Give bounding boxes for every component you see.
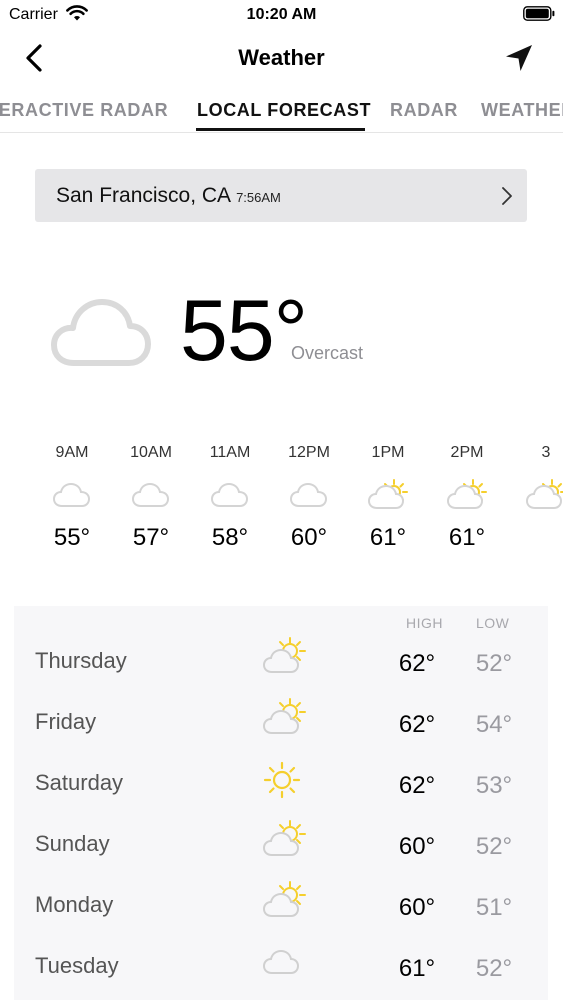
day-low-temp: 52° bbox=[475, 833, 513, 860]
hour-temperature: 57° bbox=[132, 524, 170, 551]
hourly-item: 2PM 61° bbox=[427, 440, 507, 552]
hourly-forecast: 9AM 55° 10AM 57° 11AM 58° 12PM 60° 1PM 6… bbox=[0, 440, 563, 570]
daily-row: Friday 62° 54° bbox=[14, 697, 548, 758]
day-low-temp: 52° bbox=[475, 955, 513, 982]
day-high-temp: 62° bbox=[398, 772, 436, 799]
hour-temperature: 58° bbox=[211, 524, 249, 551]
daily-forecast: HIGH LOW Thursday 62° 52° Friday 62° 54°… bbox=[14, 606, 548, 1000]
daily-row: Monday 60° 51° bbox=[14, 880, 548, 941]
tab-bar: INTERACTIVE RADAR LOCAL FORECAST RADAR W… bbox=[0, 90, 563, 133]
daily-row: Sunday 60° 52° bbox=[14, 819, 548, 880]
hour-temperature: 55° bbox=[53, 524, 91, 551]
day-low-temp: 53° bbox=[475, 772, 513, 799]
day-name: Friday bbox=[35, 709, 97, 734]
cloud-icon bbox=[289, 482, 328, 507]
tab-interactive-radar[interactable]: INTERACTIVE RADAR bbox=[0, 100, 168, 121]
hourly-item: 3 bbox=[506, 440, 563, 524]
hourly-item: 1PM 61° bbox=[348, 440, 428, 552]
hour-time: 10AM bbox=[130, 444, 172, 461]
location-selector[interactable]: San Francisco, CA 7:56AM bbox=[35, 169, 527, 222]
sun-icon bbox=[263, 761, 301, 799]
day-high-temp: 62° bbox=[398, 650, 436, 677]
daily-row: Tuesday 61° 52° bbox=[14, 941, 548, 1002]
partly-sunny-icon bbox=[262, 820, 306, 856]
current-condition: Overcast bbox=[291, 343, 364, 363]
hour-time: 12PM bbox=[288, 444, 330, 461]
hour-time: 2PM bbox=[450, 444, 484, 461]
day-low-temp: 54° bbox=[475, 711, 513, 738]
cloud-icon bbox=[262, 949, 300, 974]
day-high-temp: 61° bbox=[398, 955, 436, 982]
chevron-right-icon bbox=[502, 187, 512, 205]
cloud-icon bbox=[131, 482, 170, 507]
hour-time: 3 bbox=[541, 444, 551, 461]
hour-temperature: 60° bbox=[290, 524, 328, 551]
current-temperature: 55° bbox=[180, 283, 308, 379]
day-low-temp: 52° bbox=[475, 650, 513, 677]
page-title: Weather bbox=[238, 45, 325, 70]
location-name: San Francisco, CA 7:56AM bbox=[56, 184, 281, 208]
nav-bar: Weather bbox=[0, 30, 563, 86]
location-arrow-icon[interactable] bbox=[503, 42, 535, 74]
day-name: Sunday bbox=[35, 831, 110, 856]
tab-radar[interactable]: RADAR bbox=[390, 100, 458, 121]
day-name: Tuesday bbox=[35, 953, 119, 978]
partly-sunny-icon bbox=[446, 479, 487, 509]
day-name: Monday bbox=[35, 892, 114, 917]
tab-weather[interactable]: WEATHER bbox=[481, 100, 563, 121]
hour-time: 9AM bbox=[55, 444, 89, 461]
hour-temperature: 61° bbox=[369, 524, 407, 551]
daily-row: Thursday 62° 52° bbox=[14, 636, 548, 697]
battery-icon bbox=[523, 6, 555, 21]
cloud-icon bbox=[51, 299, 151, 366]
hourly-item: 9AM 55° bbox=[32, 440, 112, 552]
active-tab-indicator bbox=[196, 128, 365, 131]
daily-row: Saturday 62° 53° bbox=[14, 758, 548, 819]
hour-time: 1PM bbox=[371, 444, 405, 461]
partly-sunny-icon bbox=[262, 881, 306, 917]
location-city: San Francisco, CA bbox=[56, 184, 232, 207]
day-low-temp: 51° bbox=[475, 894, 513, 921]
status-bar: Carrier 10:20 AM bbox=[0, 0, 563, 30]
partly-sunny-icon bbox=[262, 637, 306, 673]
day-name: Thursday bbox=[35, 648, 127, 673]
partly-sunny-icon bbox=[367, 479, 408, 509]
location-time: 7:56AM bbox=[236, 190, 281, 205]
tab-local-forecast[interactable]: LOCAL FORECAST bbox=[197, 100, 371, 121]
partly-sunny-icon bbox=[262, 698, 306, 734]
day-high-temp: 62° bbox=[398, 711, 436, 738]
cloud-icon bbox=[210, 482, 249, 507]
hourly-item: 10AM 57° bbox=[111, 440, 191, 552]
low-column-header: LOW bbox=[476, 615, 510, 631]
status-time: 10:20 AM bbox=[246, 6, 317, 23]
partly-sunny-icon bbox=[525, 479, 563, 509]
cloud-icon bbox=[52, 482, 91, 507]
day-high-temp: 60° bbox=[398, 894, 436, 921]
hour-temperature: 61° bbox=[448, 524, 486, 551]
day-high-temp: 60° bbox=[398, 833, 436, 860]
hour-time: 11AM bbox=[209, 444, 251, 461]
high-column-header: HIGH bbox=[406, 615, 443, 631]
hourly-item: 11AM 58° bbox=[190, 440, 270, 552]
hourly-item: 12PM 60° bbox=[269, 440, 349, 552]
day-name: Saturday bbox=[35, 770, 124, 795]
